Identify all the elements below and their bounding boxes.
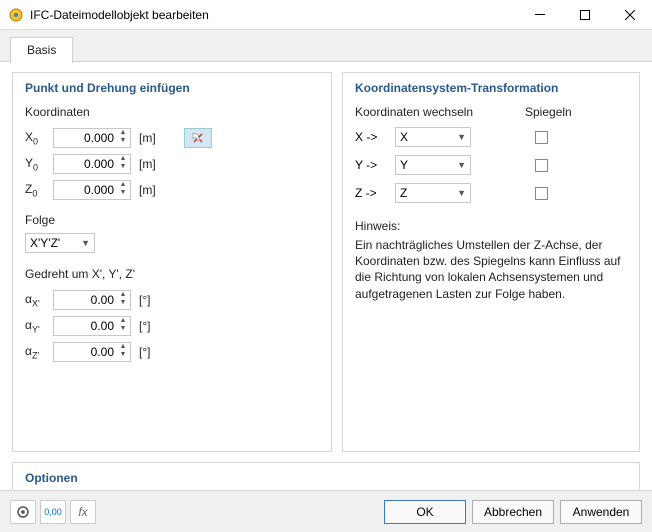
- mirror-y-checkbox[interactable]: [535, 159, 548, 172]
- z0-unit: [m]: [139, 183, 156, 197]
- maximize-button[interactable]: [562, 0, 607, 29]
- coordinates-label: Koordinaten: [25, 105, 319, 119]
- x0-unit: [m]: [139, 131, 156, 145]
- x-to-select[interactable]: X▼: [395, 127, 471, 147]
- sequence-label: Folge: [25, 213, 319, 227]
- bottom-bar: 0,00 fx OK Abbrechen Anwenden: [0, 490, 652, 532]
- group-title-insert: Punkt und Drehung einfügen: [25, 81, 319, 95]
- tool-button-fx[interactable]: fx: [70, 500, 96, 524]
- close-button[interactable]: [607, 0, 652, 29]
- hint-body: Ein nachträgliches Umstellen der Z-Achse…: [355, 237, 627, 302]
- chevron-down-icon: ▼: [457, 160, 466, 170]
- pick-point-button[interactable]: [184, 128, 212, 148]
- z-to-select[interactable]: Z▼: [395, 183, 471, 203]
- alpha-y-input[interactable]: 0.00 ▲▼: [53, 316, 131, 336]
- tool-button-1[interactable]: [10, 500, 36, 524]
- window-title: IFC-Dateimodellobjekt bearbeiten: [30, 8, 517, 22]
- alpha-y-unit: [°]: [139, 319, 150, 333]
- apply-button[interactable]: Anwenden: [560, 500, 642, 524]
- chevron-down-icon: ▼: [457, 132, 466, 142]
- titlebar: IFC-Dateimodellobjekt bearbeiten: [0, 0, 652, 30]
- x0-label: X0: [25, 130, 53, 146]
- z-from-label: Z ->: [355, 186, 395, 200]
- x-from-label: X ->: [355, 130, 395, 144]
- y0-unit: [m]: [139, 157, 156, 171]
- panel-transform: Koordinatensystem-Transformation Koordin…: [342, 72, 640, 452]
- y0-label: Y0: [25, 156, 53, 172]
- chevron-down-icon: ▼: [457, 188, 466, 198]
- z0-input[interactable]: 0.000 ▲▼: [53, 180, 131, 200]
- ok-button[interactable]: OK: [384, 500, 466, 524]
- y-from-label: Y ->: [355, 158, 395, 172]
- tool-button-units[interactable]: 0,00: [40, 500, 66, 524]
- cancel-button[interactable]: Abbrechen: [472, 500, 554, 524]
- x0-down[interactable]: ▼: [118, 138, 128, 146]
- hint-title: Hinweis:: [355, 219, 627, 233]
- alpha-y-label: αY': [25, 318, 53, 334]
- minimize-button[interactable]: [517, 0, 562, 29]
- y0-input[interactable]: 0.000 ▲▼: [53, 154, 131, 174]
- y0-down[interactable]: ▼: [118, 164, 128, 172]
- sequence-select[interactable]: X'Y'Z' ▼: [25, 233, 95, 253]
- panel-insert-point: Punkt und Drehung einfügen Koordinaten X…: [12, 72, 332, 452]
- app-icon: [8, 7, 24, 23]
- group-title-options: Optionen: [25, 471, 627, 485]
- swap-header: Koordinaten wechseln: [355, 105, 525, 119]
- mirror-header: Spiegeln: [525, 105, 572, 119]
- y-to-select[interactable]: Y▼: [395, 155, 471, 175]
- alpha-x-input[interactable]: 0.00 ▲▼: [53, 290, 131, 310]
- tab-basis[interactable]: Basis: [10, 37, 73, 63]
- z0-down[interactable]: ▼: [118, 190, 128, 198]
- mirror-x-checkbox[interactable]: [535, 131, 548, 144]
- mirror-z-checkbox[interactable]: [535, 187, 548, 200]
- group-title-transform: Koordinatensystem-Transformation: [355, 81, 627, 95]
- chevron-down-icon: ▼: [81, 238, 90, 248]
- alpha-z-unit: [°]: [139, 345, 150, 359]
- alpha-z-input[interactable]: 0.00 ▲▼: [53, 342, 131, 362]
- x0-input[interactable]: 0.000 ▲▼: [53, 128, 131, 148]
- tab-bar: Basis: [0, 30, 652, 62]
- alpha-x-unit: [°]: [139, 293, 150, 307]
- alpha-x-label: αX': [25, 292, 53, 308]
- z0-label: Z0: [25, 182, 53, 198]
- alpha-z-label: αZ': [25, 344, 53, 360]
- rotation-label: Gedreht um X', Y', Z': [25, 267, 319, 281]
